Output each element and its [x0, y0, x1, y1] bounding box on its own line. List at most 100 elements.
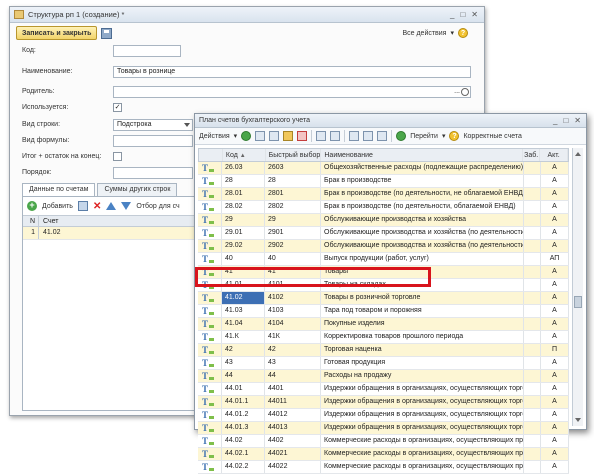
- filter-icon[interactable]: [349, 131, 360, 141]
- table-row[interactable]: T 41.04 4104 Покупные изделия А: [198, 318, 569, 331]
- account-icon: T: [202, 462, 216, 472]
- code-label: Код:: [22, 47, 36, 54]
- table-row[interactable]: T 28.01 2801 Брак в производстве (по деятел…: [198, 188, 569, 201]
- table-row[interactable]: T 44.02.1 44021 Коммерческие расходы в орга…: [198, 448, 569, 461]
- zab-cell: [524, 357, 541, 369]
- table-row[interactable]: T 44.02 4402 Коммерческие расходы в организ…: [198, 435, 569, 448]
- filter-label[interactable]: Отбор для сч: [136, 203, 179, 210]
- table-row[interactable]: T 41.03 4103 Тара под товаром и порожняя А: [198, 305, 569, 318]
- code-cell: 28.02: [222, 201, 265, 213]
- save-and-close-button[interactable]: Записать и закрыть: [16, 26, 98, 40]
- table-row[interactable]: T 29.02 2902 Обслуживающие производства и х…: [198, 240, 569, 253]
- delete-icon[interactable]: ✕: [93, 201, 101, 212]
- code-cell: 29: [222, 214, 265, 226]
- close-icon[interactable]: ✕: [471, 10, 478, 19]
- add-icon[interactable]: +: [27, 201, 37, 211]
- act-cell: А: [541, 318, 569, 330]
- col-fast-header[interactable]: Быстрый выбор: [266, 149, 322, 161]
- name-cell: Обслуживающие производства и хозяйства (…: [321, 240, 524, 252]
- account-icon: T: [202, 410, 216, 420]
- code-cell: 44.01.2: [222, 409, 265, 421]
- edit-icon[interactable]: [283, 131, 294, 141]
- col-zab-header[interactable]: Заб.: [523, 149, 541, 161]
- table-row[interactable]: T 44.01.2 44012 Издержки обращения в органи…: [198, 409, 569, 422]
- move-up-icon[interactable]: [106, 202, 117, 210]
- table-row[interactable]: T 44.01.1 44011 Издержки обращения в органи…: [198, 396, 569, 409]
- formula-select[interactable]: [113, 135, 193, 147]
- move-down-icon[interactable]: [121, 202, 132, 210]
- table-row[interactable]: T 40 40 Выпуск продукции (работ, услуг) АП: [198, 253, 569, 266]
- table-row[interactable]: T 43 43 Готовая продукция А: [198, 357, 569, 370]
- used-checkbox[interactable]: ✓: [113, 103, 122, 112]
- code-field[interactable]: [113, 45, 181, 57]
- code-cell: 44.01: [222, 383, 265, 395]
- total-label: Итог + остаток на конец:: [22, 153, 102, 160]
- table-row[interactable]: T 41.02 4102 Товары в розничной торговле А: [198, 292, 569, 305]
- sort-icon[interactable]: [377, 131, 388, 141]
- delete-icon[interactable]: [297, 131, 308, 141]
- add-button[interactable]: Добавить: [42, 203, 73, 210]
- table-row[interactable]: T 42 42 Торговая наценка П: [198, 344, 569, 357]
- order-field[interactable]: [113, 167, 193, 179]
- close-icon[interactable]: ✕: [574, 116, 581, 125]
- help-icon[interactable]: ?: [449, 131, 460, 141]
- scroll-down-icon[interactable]: [575, 418, 581, 422]
- filter-settings-icon[interactable]: [363, 131, 374, 141]
- table-row[interactable]: T 28 28 Брак в производстве А: [198, 175, 569, 188]
- table-row[interactable]: T 26.03 2603 Общехозяйственные расходы (под…: [198, 162, 569, 175]
- minimize-icon[interactable]: _: [450, 10, 454, 19]
- table-row[interactable]: T 29.01 2901 Обслуживающие производства и х…: [198, 227, 569, 240]
- table-row[interactable]: T 44 44 Расходы на продажу А: [198, 370, 569, 383]
- zab-cell: [524, 383, 541, 395]
- save-icon[interactable]: [101, 27, 113, 39]
- table-row[interactable]: T 41.К 41К Корректировка товаров прошлого п…: [198, 331, 569, 344]
- table-row[interactable]: T 29 29 Обслуживающие производства и хозяйс…: [198, 214, 569, 227]
- col-act-header[interactable]: Акт.: [540, 149, 568, 161]
- hierarchy-icon[interactable]: [316, 131, 327, 141]
- minimize-icon[interactable]: _: [553, 116, 557, 125]
- used-label: Используется:: [22, 104, 69, 111]
- add-group-icon[interactable]: [269, 131, 280, 141]
- account-type-icon: T: [198, 396, 222, 408]
- tab-other-rows-sum[interactable]: Суммы других строк: [97, 183, 178, 196]
- goto-menu[interactable]: Перейти: [410, 133, 438, 140]
- scroll-thumb[interactable]: [574, 296, 582, 308]
- code-cell: 44.02.2: [222, 461, 265, 473]
- all-actions-menu[interactable]: Все действия ▾ ?: [402, 28, 468, 38]
- select-dots[interactable]: ...: [454, 87, 460, 97]
- tab-account-data[interactable]: Данные по счетам: [22, 183, 96, 196]
- zab-cell: [524, 279, 541, 291]
- scroll-up-icon[interactable]: [575, 152, 581, 156]
- vertical-scrollbar[interactable]: [572, 148, 583, 426]
- parent-field[interactable]: ...: [113, 86, 471, 98]
- table-row[interactable]: T 44.01 4401 Издержки обращения в организац…: [198, 383, 569, 396]
- refresh-icon[interactable]: [396, 131, 407, 141]
- copy-icon[interactable]: [77, 201, 88, 211]
- name-label: Наименование:: [22, 68, 73, 75]
- actions-menu[interactable]: Действия: [199, 133, 230, 140]
- toolbar-separator: [344, 130, 346, 142]
- row-kind-select[interactable]: Подстрока: [113, 119, 193, 131]
- col-name-header[interactable]: Наименование: [321, 149, 524, 161]
- name-field[interactable]: Товары в рознице: [113, 66, 471, 78]
- col-code-header[interactable]: Код ▲: [223, 149, 266, 161]
- all-actions-label: Все действия: [402, 29, 447, 37]
- table-row[interactable]: T 28.02 2802 Брак в производстве (по деятел…: [198, 201, 569, 214]
- help-icon[interactable]: ?: [458, 28, 468, 38]
- maximize-icon[interactable]: □: [460, 10, 465, 19]
- correct-accounts-button[interactable]: Корректные счета: [463, 133, 521, 140]
- maximize-icon[interactable]: □: [563, 116, 568, 125]
- fast-select-cell: 4401: [265, 383, 321, 395]
- list-icon[interactable]: [330, 131, 341, 141]
- search-icon[interactable]: [461, 88, 469, 96]
- account-type-icon: T: [198, 253, 222, 265]
- act-cell: П: [541, 344, 569, 356]
- add-icon[interactable]: [241, 131, 252, 141]
- total-checkbox[interactable]: [113, 152, 122, 161]
- table-row[interactable]: T 44.02.2 44022 Коммерческие расходы в орга…: [198, 461, 569, 474]
- copy-icon[interactable]: [255, 131, 266, 141]
- act-cell: А: [541, 188, 569, 200]
- act-cell: А: [541, 266, 569, 278]
- table-row[interactable]: T 44.01.3 44013 Издержки обращения в органи…: [198, 422, 569, 435]
- table-row[interactable]: 1 41.02: [23, 227, 221, 240]
